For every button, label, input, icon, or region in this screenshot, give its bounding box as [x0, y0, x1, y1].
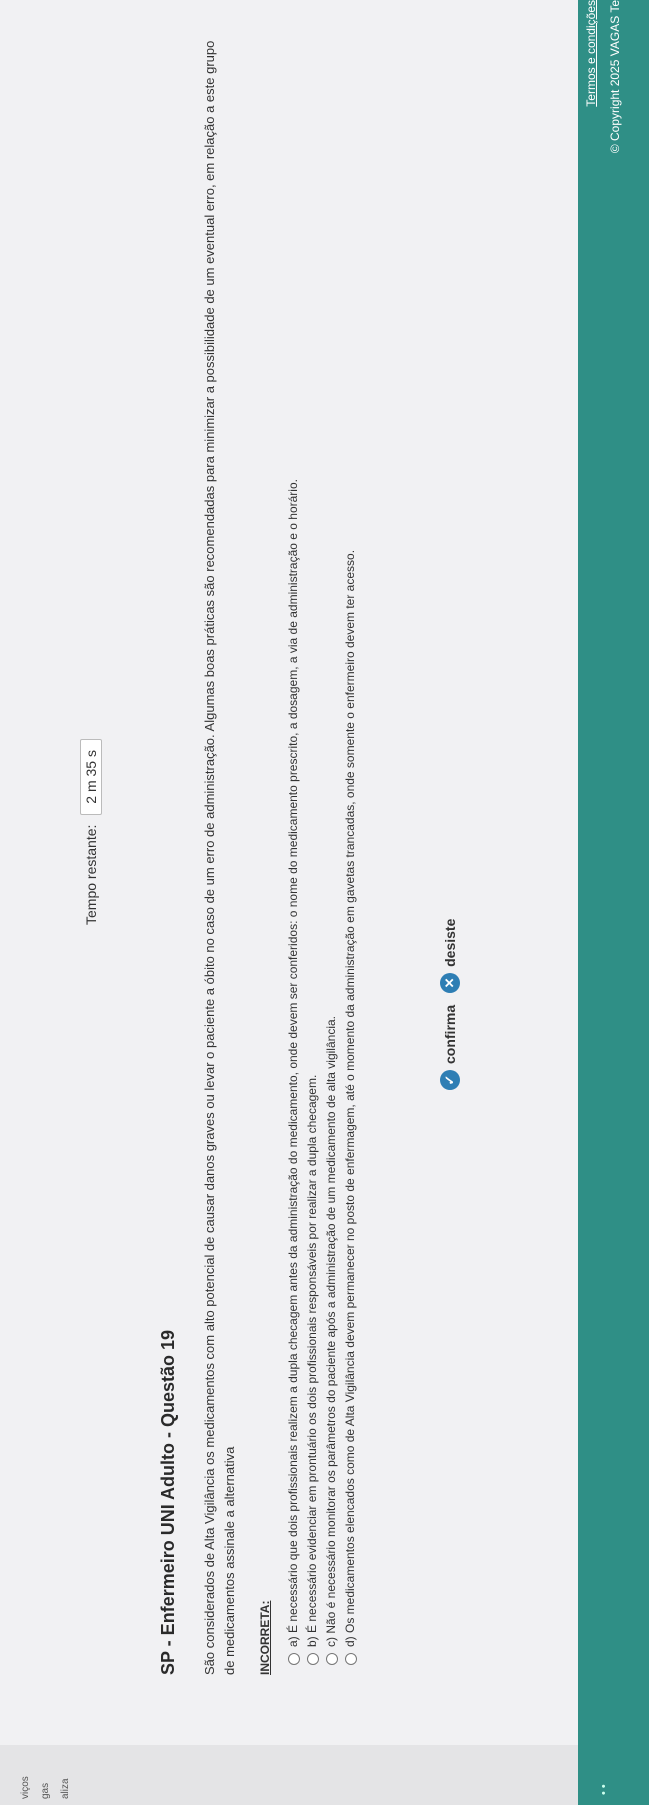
- option-c[interactable]: c) Não é necessário monitorar os parâmet…: [323, 15, 340, 1665]
- option-d[interactable]: d) Os medicamentos elencados como de Alt…: [342, 15, 359, 1665]
- option-text: c) Não é necessário monitorar os parâmet…: [324, 1016, 338, 1647]
- sidebar-fragment[interactable]: viços: [20, 1776, 31, 1799]
- option-text: d) Os medicamentos elencados como de Alt…: [343, 549, 357, 1647]
- page: viços gas aliza Tempo restante: 2 m 35 s…: [0, 0, 649, 1805]
- option-text: b) É necessário evidenciar em prontuário…: [305, 1074, 319, 1647]
- footer-ornament: • •: [598, 1784, 610, 1795]
- option-b[interactable]: b) É necessário evidenciar em prontuário…: [304, 15, 321, 1665]
- option-a[interactable]: a) É necessário que dois profissionais r…: [285, 15, 302, 1665]
- options-list: a) É necessário que dois profissionais r…: [285, 15, 361, 1665]
- radio-button[interactable]: [345, 1653, 357, 1665]
- footer: • • Termos e condições © Copyright 2025 …: [578, 0, 649, 1805]
- sidebar-fragment[interactable]: aliza: [60, 1778, 71, 1799]
- question-title: SP - Enfermeiro UNI Adulto - Questão 19: [158, 1329, 178, 1675]
- copyright-text: © Copyright 2025 VAGAS Te: [608, 0, 622, 154]
- question-emphasis: INCORRETA:: [258, 1600, 272, 1675]
- cancel-label: desiste: [442, 918, 458, 967]
- action-bar: ✓ confirma ✕ desiste: [440, 919, 460, 1090]
- check-icon: ✓: [440, 1070, 460, 1090]
- close-icon: ✕: [440, 972, 460, 993]
- radio-button[interactable]: [307, 1653, 319, 1665]
- timer-value: 2 m 35 s: [80, 739, 102, 815]
- sidebar-edge: viços gas aliza: [0, 1745, 649, 1805]
- cancel-button[interactable]: ✕ desiste: [440, 919, 460, 993]
- question-statement: São considerados de Alta Vigilância os m…: [202, 40, 237, 1675]
- timer: Tempo restante: 2 m 35 s: [80, 739, 102, 925]
- option-text: a) É necessário que dois profissionais r…: [286, 479, 300, 1647]
- sidebar-fragment[interactable]: gas: [40, 1783, 51, 1799]
- radio-button[interactable]: [288, 1653, 300, 1665]
- confirm-label: confirma: [442, 1004, 458, 1064]
- radio-button[interactable]: [326, 1653, 338, 1665]
- terms-link[interactable]: Termos e condições: [584, 0, 598, 107]
- timer-label: Tempo restante:: [83, 824, 99, 925]
- confirm-button[interactable]: ✓ confirma: [440, 1005, 460, 1090]
